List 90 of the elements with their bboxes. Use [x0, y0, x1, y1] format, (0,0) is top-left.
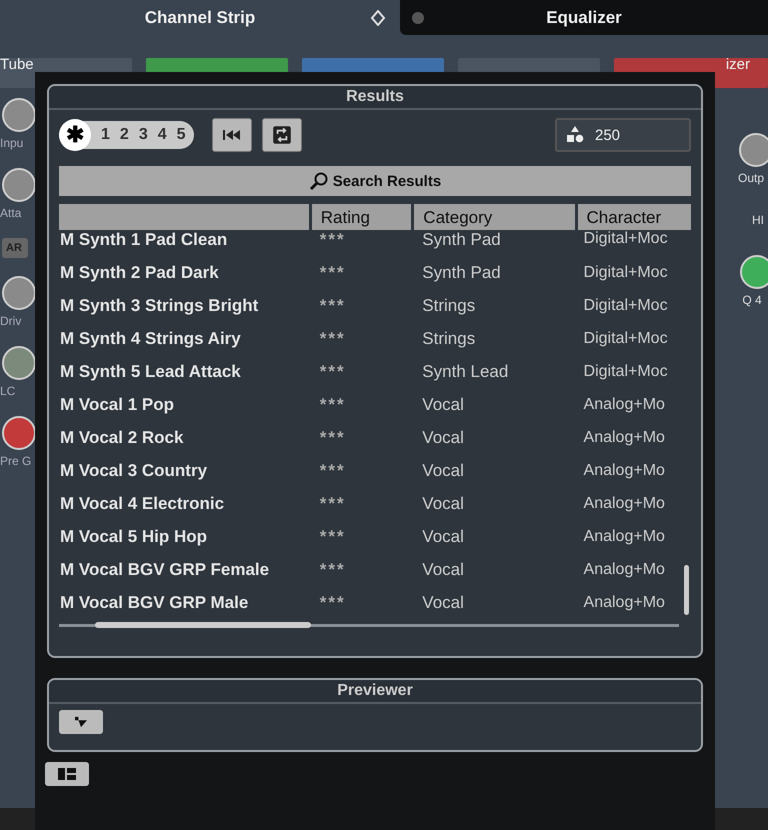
rating-filter-option[interactable]: 1 — [101, 126, 110, 144]
table-cell-text: Analog+Mo — [582, 594, 666, 612]
table-cell-text: Synth Pad — [421, 230, 502, 250]
table-cell-text: Vocal — [421, 428, 465, 448]
table-cell-text: Digital+Moc — [582, 362, 669, 380]
table-cell-text: *** — [318, 230, 347, 250]
shapes-icon — [565, 125, 585, 145]
knob[interactable] — [2, 168, 36, 202]
table-cell-text: M Vocal 3 Country — [59, 460, 208, 480]
table-cell-text: M Synth 3 Strings Bright — [59, 296, 260, 316]
panel-tab[interactable]: Equalizer — [400, 0, 768, 35]
table-cell-text: *** — [318, 560, 347, 580]
search-icon — [308, 171, 329, 191]
rating-filter-option[interactable]: ✱ — [59, 119, 91, 151]
table-cell-text: *** — [318, 460, 347, 480]
table-cell-text: Digital+Moc — [582, 296, 669, 314]
table-cell-text: M Vocal 4 Electronic — [59, 494, 226, 514]
table-cell-text: Synth Lead — [421, 362, 510, 382]
table-cell-text: M Synth 1 Pad Clean — [59, 230, 228, 250]
knob[interactable] — [2, 346, 36, 380]
table-cell-text: M Vocal 1 Pop — [59, 394, 175, 414]
knob-label: Pre G — [0, 454, 32, 468]
table-cell-text: *** — [318, 526, 347, 546]
rating-filter-option[interactable]: 4 — [158, 126, 167, 144]
table-cell-text: Digital+Moc — [582, 330, 669, 348]
table-cell-text: Analog+Mo — [582, 560, 666, 578]
table-cell-text: *** — [318, 362, 347, 382]
table-cell-text: *** — [318, 328, 347, 348]
search-results-button[interactable]: Search Results — [59, 166, 691, 196]
knob[interactable] — [2, 276, 36, 310]
table-cell-text: *** — [318, 262, 347, 282]
table-cell-text: Vocal — [421, 460, 465, 480]
knob-label: Driv — [0, 314, 22, 328]
column-header[interactable]: Character — [578, 204, 691, 230]
table-cell-text: *** — [318, 592, 347, 612]
knob-label: Atta — [0, 206, 22, 220]
table-cell-text: Vocal — [421, 394, 465, 414]
knob-label: Q 4 — [742, 293, 762, 307]
table-cell-text: Vocal — [421, 526, 465, 546]
panel-title: Results — [49, 86, 701, 110]
table-cell-text: Analog+Mo — [582, 528, 666, 546]
vertical-scrollbar[interactable] — [684, 565, 689, 615]
table-cell-text: Digital+Moc — [582, 264, 669, 282]
table-cell-text: Analog+Mo — [582, 396, 666, 414]
table-cell-text: Vocal — [421, 494, 465, 514]
skip-back-icon — [222, 128, 242, 142]
sync-icon — [270, 124, 293, 146]
table-cell-text: Analog+Mo — [582, 494, 666, 512]
layout-icon — [57, 767, 77, 781]
table-cell-text: Vocal — [421, 560, 465, 580]
table-cell-text: M Synth 4 Strings Airy — [59, 328, 242, 348]
table-cell-text: *** — [318, 296, 347, 316]
panel-title: Previewer — [49, 680, 701, 704]
play-button[interactable] — [59, 710, 103, 734]
table-cell-text: *** — [318, 394, 347, 414]
table-cell-text: Analog+Mo — [582, 428, 666, 446]
result-count: 250 — [595, 126, 620, 144]
knob-label: HI — [752, 213, 764, 227]
knob-label: Inpu — [0, 136, 24, 150]
knob[interactable] — [738, 133, 768, 167]
rating-filter-option[interactable]: 5 — [176, 126, 186, 144]
table-cell-text: Strings — [421, 328, 476, 348]
knob-label: Outp — [738, 171, 764, 185]
table-cell-text: M Vocal BGV GRP Female — [59, 560, 270, 580]
rating-filter-option[interactable]: 2 — [120, 126, 129, 144]
knob[interactable] — [2, 98, 36, 132]
table-cell-text: Analog+Mo — [582, 462, 666, 480]
horizontal-scrollbar[interactable] — [59, 624, 679, 627]
table-cell-text: Digital+Moc — [582, 230, 669, 248]
column-header[interactable]: Rating — [312, 204, 412, 230]
table-cell-text: M Vocal BGV GRP Male — [59, 592, 250, 612]
sync-button[interactable] — [262, 118, 302, 152]
table-cell-text: M Vocal 2 Rock — [59, 428, 184, 448]
table-cell-text: Vocal — [421, 592, 465, 612]
link-icon[interactable] — [370, 10, 386, 26]
column-header[interactable]: Category — [414, 204, 575, 230]
table-cell-text: Strings — [421, 296, 476, 316]
knob[interactable] — [740, 255, 768, 289]
knob-label: LC — [0, 384, 16, 398]
table-cell-text: M Vocal 5 Hip Hop — [59, 526, 208, 546]
skip-back-button[interactable] — [212, 118, 252, 152]
table-cell-text: M Synth 5 Lead Attack — [59, 362, 242, 382]
table-cell-text: M Synth 2 Pad Dark — [59, 262, 220, 282]
layout-button[interactable] — [45, 762, 89, 786]
rating-filter-option[interactable]: 3 — [138, 126, 148, 144]
status-dot-icon — [412, 12, 424, 24]
table-cell-text: Synth Pad — [421, 262, 502, 282]
table-cell-text: *** — [318, 428, 347, 448]
knob[interactable] — [2, 416, 36, 450]
table-cell-text: *** — [318, 494, 347, 514]
